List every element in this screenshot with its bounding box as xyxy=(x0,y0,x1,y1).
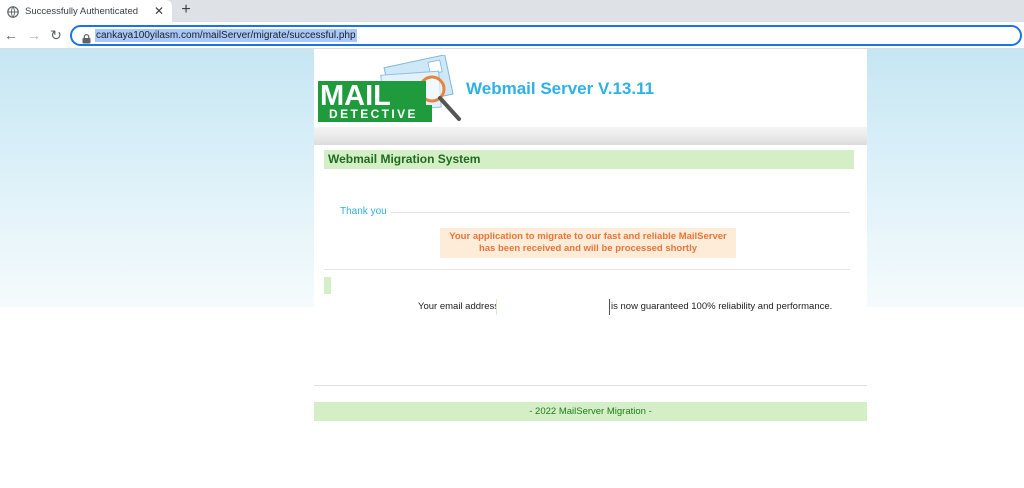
footer-divider xyxy=(314,385,867,386)
site-header: MAIL DETECTIVE Webmail Server V.13.11 xyxy=(314,51,867,125)
back-arrow-icon[interactable]: ← xyxy=(3,27,19,43)
logo-text-bottom: DETECTIVE xyxy=(329,107,418,121)
content-divider xyxy=(324,269,850,270)
lock-icon[interactable] xyxy=(82,31,91,44)
content-container: MAIL DETECTIVE Webmail Server V.13.11 We… xyxy=(314,49,867,488)
mail-detective-logo: MAIL DETECTIVE xyxy=(318,54,466,125)
email-row: Your email address is now guaranteed 100… xyxy=(314,299,867,315)
notice-line-2: has been received and will be processed … xyxy=(478,242,698,254)
page-viewport: MAIL DETECTIVE Webmail Server V.13.11 We… xyxy=(0,49,1024,488)
confirmation-notice: Your application to migrate to our fast … xyxy=(440,228,736,258)
thank-you-rule xyxy=(390,212,850,213)
thank-you-row: Thank you xyxy=(340,206,850,218)
footer: - 2022 MailServer Migration - xyxy=(314,402,867,421)
notice-line-1: Your application to migrate to our fast … xyxy=(449,231,727,242)
new-tab-icon[interactable]: + xyxy=(178,2,194,18)
reload-icon[interactable]: ↻ xyxy=(48,27,64,43)
browser-toolbar: ← → ↻ cankaya100yilasm.com/mailServer/mi… xyxy=(0,22,1024,49)
section-title: Webmail Migration System xyxy=(324,150,854,169)
thank-you-heading: Thank you xyxy=(340,206,391,217)
globe-icon xyxy=(7,5,19,18)
tab-strip: Successfully Authenticated ✕ + xyxy=(0,0,1024,22)
address-bar[interactable]: cankaya100yilasm.com/mailServer/migrate/… xyxy=(70,25,1022,46)
header-divider xyxy=(314,127,867,145)
forward-arrow-icon[interactable]: → xyxy=(26,27,42,43)
email-address-field xyxy=(496,299,610,315)
tab-title: Successfully Authenticated xyxy=(25,5,139,17)
server-title: Webmail Server V.13.11 xyxy=(466,79,655,98)
url-text[interactable]: cankaya100yilasm.com/mailServer/migrate/… xyxy=(95,29,357,42)
email-suffix-text: is now guaranteed 100% reliability and p… xyxy=(611,301,833,312)
email-label: Your email address xyxy=(418,301,499,312)
tab-active[interactable]: Successfully Authenticated ✕ xyxy=(0,0,172,22)
green-marker xyxy=(324,277,331,294)
tab-close-icon[interactable]: ✕ xyxy=(152,5,166,17)
